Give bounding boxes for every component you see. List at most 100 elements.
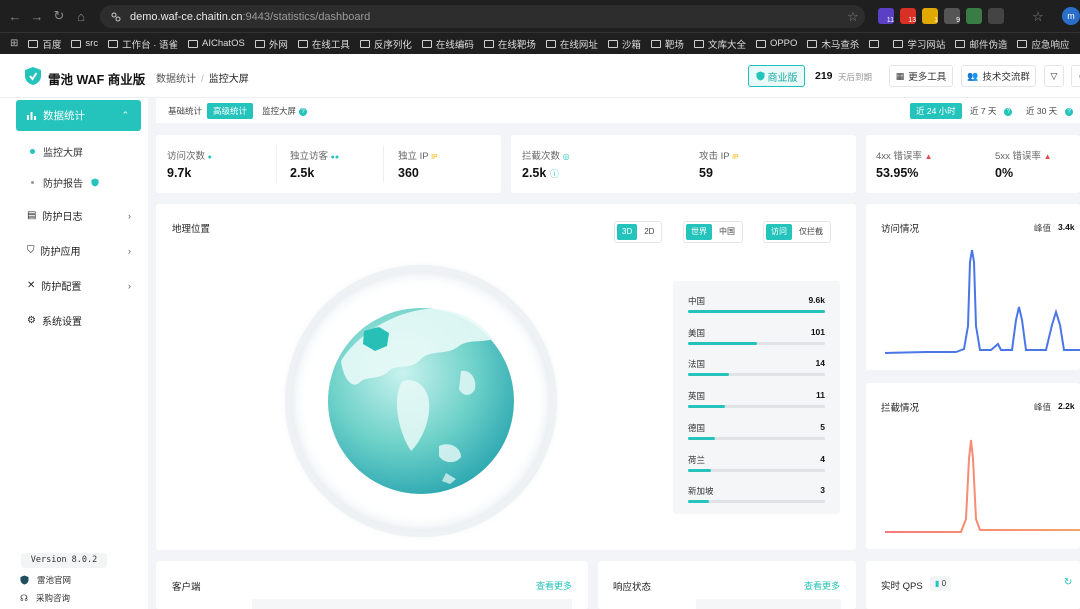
breadcrumb-parent[interactable]: 数据统计 (156, 74, 196, 85)
url-path: :9443/statistics/dashboard (242, 10, 371, 23)
tab-monitor-screen[interactable]: 监控大屏? (256, 103, 313, 119)
official-site-link[interactable]: 雷池官网 (20, 574, 71, 586)
geo-rank-fill (688, 373, 730, 377)
geo-rank-row: 法国 14 (688, 358, 825, 386)
purchase-link[interactable]: ☊ 采购咨询 (20, 592, 70, 604)
bookmark-item[interactable]: AIChatOS (188, 38, 245, 49)
sidebar-item-settings[interactable]: ⚙ 系统设置 (27, 313, 131, 328)
home-icon[interactable]: ⌂ (70, 9, 92, 24)
breadcrumb: 数据统计 / 监控大屏 (156, 74, 249, 85)
bookmark-star-icon[interactable]: ☆ (1027, 9, 1049, 25)
bookmark-item[interactable]: 在线工具 (297, 37, 350, 51)
qps-title: 实时 QPS (881, 581, 923, 592)
apps-grid-icon[interactable]: ⊞ (10, 38, 18, 49)
reload-icon[interactable]: ↻ (48, 8, 70, 24)
bookmark-item[interactable]: OPPO (755, 38, 797, 49)
bookmark-item[interactable]: 外网 (254, 37, 288, 51)
site-info-icon[interactable] (110, 11, 122, 23)
purchase-label: 采购咨询 (36, 593, 71, 603)
globe[interactable] (271, 251, 571, 551)
range-7d[interactable]: 近 7 天? (964, 103, 1018, 119)
unique-visitors-label: 独立访客 ●● (290, 151, 340, 162)
toggle-2d[interactable]: 2D (639, 224, 659, 240)
help-icon: ? (1065, 107, 1074, 116)
extension-icon[interactable]: 13 (900, 8, 916, 24)
toggle-world[interactable]: 世界 (686, 224, 712, 240)
sidebar-subitem-dashboard[interactable]: 监控大屏 (30, 144, 83, 159)
bookmark-item[interactable] (869, 39, 883, 48)
headset-icon: ☊ (20, 592, 28, 603)
geo-rank-track (688, 405, 825, 409)
bookmark-item[interactable]: 沙箱 (607, 37, 641, 51)
geo-rank-value: 3 (820, 485, 825, 496)
ip-icon: IP (431, 154, 438, 161)
toggle-blocked-only[interactable]: 仅拦截 (794, 224, 828, 240)
extension-icon[interactable] (966, 8, 982, 24)
err5xx-value: 0% (995, 166, 1014, 180)
extension-icon[interactable]: 11 (878, 8, 894, 24)
address-bar[interactable]: demo.waf-ce.chaitin.cn:9443/statistics/d… (100, 5, 865, 28)
bookmark-item[interactable]: 在线靶场 (483, 37, 536, 51)
geo-rank-value: 5 (820, 421, 825, 432)
radar-icon: ◎ (562, 152, 570, 161)
tab-advanced-stats[interactable]: 高级统计 (207, 103, 254, 119)
toggle-3d[interactable]: 3D (617, 224, 638, 240)
toggle-china[interactable]: 中国 (714, 224, 740, 240)
forward-icon[interactable]: → (26, 9, 48, 24)
bookmark-item[interactable]: 邮件伪造 (955, 37, 1007, 51)
bookmark-item[interactable]: 靶场 (650, 37, 684, 51)
err5xx-label: 5xx 错误率 ▲ (995, 151, 1052, 162)
geo-rank-row: 美国 101 (688, 327, 825, 355)
sidebar-item-logs[interactable]: ▤ 防护日志 › (27, 208, 131, 223)
bookmark-item[interactable]: 学习网站 (893, 37, 945, 51)
folder-icon (693, 39, 704, 48)
app-header: 雷池 WAF 商业版 数据统计 / 监控大屏 商业版 219 天后到期 ▦ 更多工具 … (0, 54, 1080, 98)
user-button[interactable]: ○ (1071, 65, 1080, 87)
toggle-visits[interactable]: 访问 (766, 224, 792, 240)
access-peak-label: 峰值 (1034, 223, 1052, 233)
tab-basic-stats[interactable]: 基础统计 (162, 103, 208, 119)
bookmark-item[interactable]: 在线网址 (545, 37, 598, 51)
bookmark-item[interactable]: 文库大全 (693, 37, 746, 51)
access-line-chart (884, 249, 1080, 354)
type-toggle: 访问 仅拦截 (763, 221, 831, 243)
bookmark-label: 在线靶场 (497, 39, 536, 51)
profile-avatar[interactable]: m (1062, 7, 1080, 25)
sidebar-subitem-report[interactable]: 防护报告 (30, 175, 99, 190)
err4xx-label: 4xx 错误率 ▲ (876, 151, 933, 162)
edition-button[interactable]: 商业版 (748, 65, 805, 87)
bookmark-item[interactable]: 百度 (28, 37, 61, 51)
qps-badge: ▮ 0 (930, 576, 952, 591)
refresh-icon[interactable]: ↻ (1064, 577, 1072, 588)
theme-button[interactable]: ▽ (1044, 65, 1064, 87)
community-button[interactable]: 👥 技术交流群 (961, 65, 1036, 87)
bookmark-item[interactable]: 工作台 · 语雀 (108, 37, 178, 51)
bookmark-item[interactable]: 木马查杀 (807, 37, 859, 51)
bookmark-label: 沙箱 (621, 39, 641, 51)
blocked-value: 2.5k ⓘ (522, 166, 559, 180)
extension-icon[interactable]: 9 (944, 8, 960, 24)
unique-ip-value: 360 (398, 166, 419, 180)
range-30d[interactable]: 近 30 天? (1020, 103, 1079, 119)
extension-icon[interactable] (988, 8, 1004, 24)
range-24h[interactable]: 近 24 小时 (910, 103, 962, 119)
sidebar-item-statistics[interactable]: 数据统计 ⌃ (16, 100, 141, 131)
bookmark-item[interactable]: 应急响应 (1017, 37, 1069, 51)
bookmark-item[interactable]: src (71, 38, 98, 49)
more-tools-button[interactable]: ▦ 更多工具 (889, 65, 953, 87)
client-more-link[interactable]: 查看更多 (536, 579, 572, 592)
sidebar-item-config[interactable]: ✕ 防护配置 › (27, 278, 131, 293)
star-icon[interactable]: ☆ (842, 9, 864, 25)
bookmark-label: 学习网站 (907, 39, 946, 51)
sidebar-item-apps[interactable]: ⛉ 防护应用 › (27, 243, 131, 258)
bookmark-label: 工作台 · 语雀 (122, 39, 179, 51)
extension-icon[interactable]: 1 (922, 8, 938, 24)
back-icon[interactable]: ← (4, 9, 26, 24)
bookmark-item[interactable]: 反序列化 (359, 37, 412, 51)
bookmark-item[interactable]: 在线编码 (421, 37, 474, 51)
ip-icon: IP (732, 154, 739, 161)
help-icon: ? (1004, 107, 1013, 116)
bookmark-label: 邮件伪造 (969, 39, 1008, 51)
geo-rank-track (688, 341, 825, 345)
response-more-link[interactable]: 查看更多 (804, 579, 840, 592)
